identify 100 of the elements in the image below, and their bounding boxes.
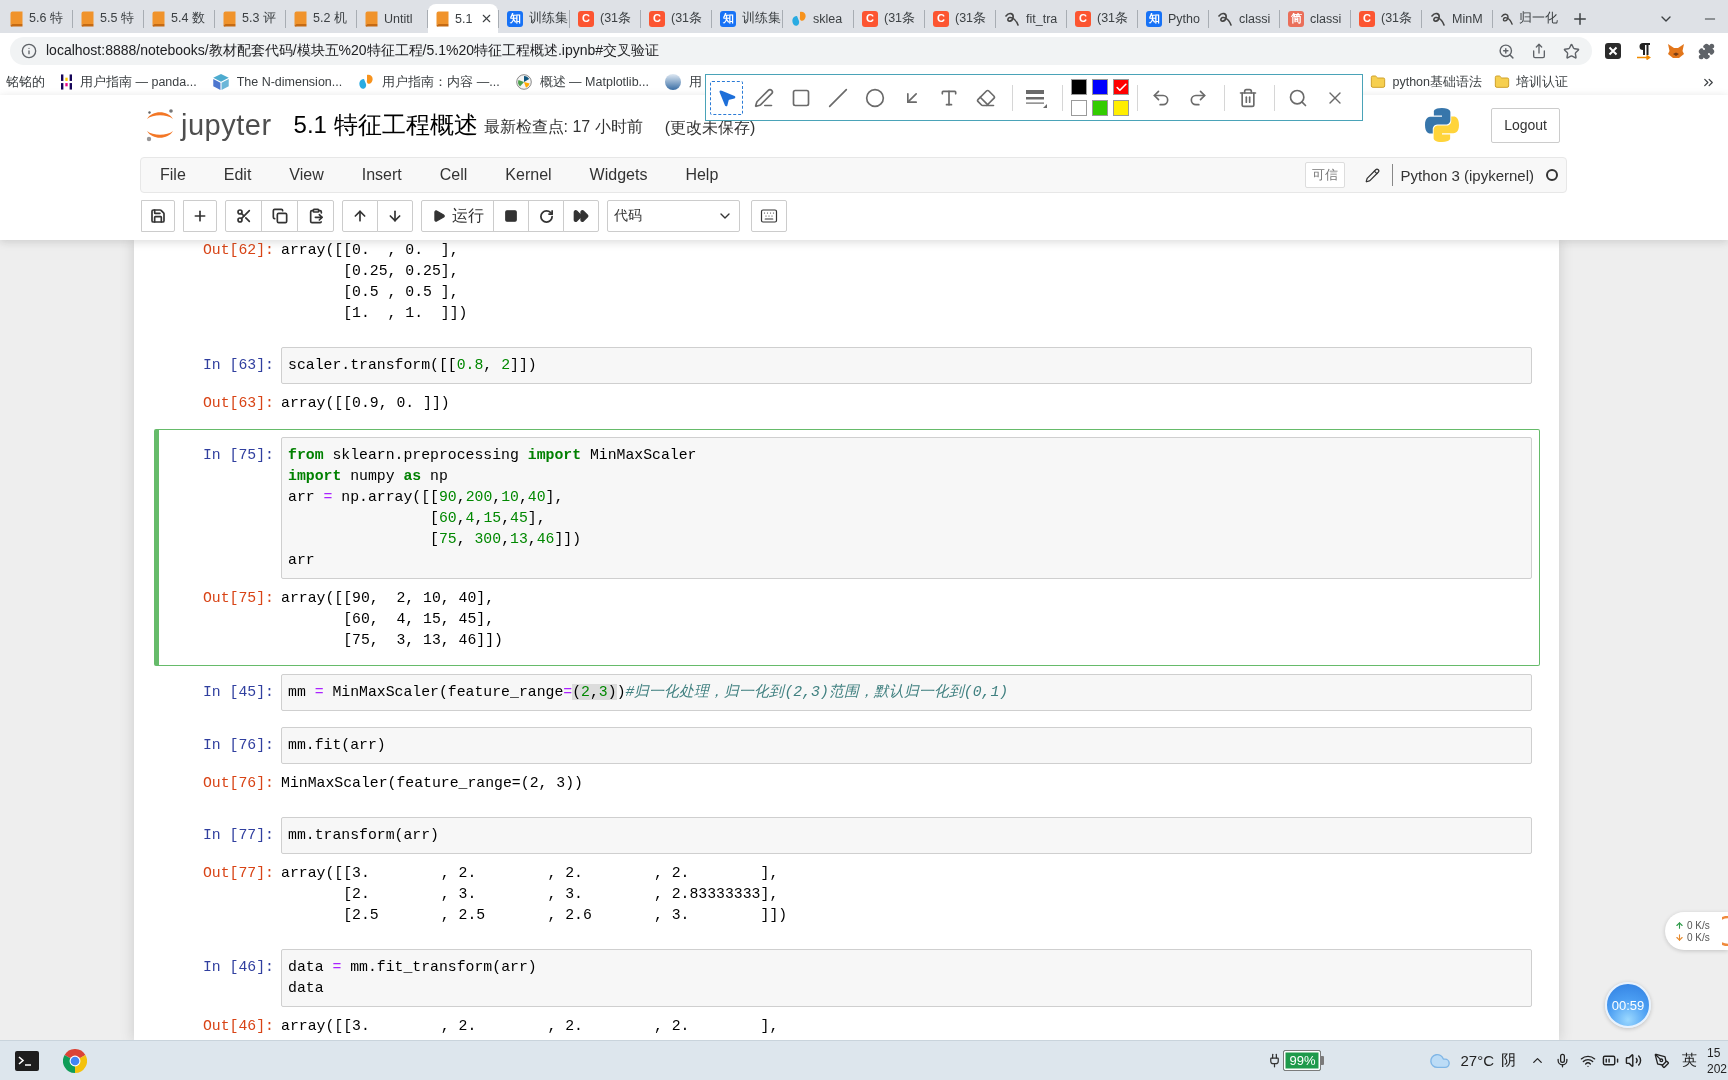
- restart-button[interactable]: [528, 200, 564, 232]
- browser-icon[interactable]: [63, 1048, 87, 1073]
- info-icon[interactable]: [21, 43, 37, 59]
- browser-tab[interactable]: 知 训练集: [499, 4, 569, 33]
- kernel-name[interactable]: Python 3 (ipykernel): [1400, 166, 1534, 184]
- code-input-field[interactable]: scaler.transform([[0.8, 2]]): [281, 347, 1532, 384]
- browser-tab[interactable]: 简 classi: [1280, 4, 1350, 33]
- share-icon[interactable]: [1531, 43, 1547, 59]
- browser-tab[interactable]: 5.1: [428, 4, 498, 33]
- bookmark-link[interactable]: 用户指南 — panda...: [61, 73, 197, 91]
- code-input-field[interactable]: mm.fit(arr): [281, 727, 1532, 764]
- browser-tab[interactable]: 知 Pytho: [1138, 4, 1208, 33]
- star-icon[interactable]: [1563, 42, 1580, 60]
- menu-item[interactable]: Insert: [342, 158, 421, 192]
- bookmark-link[interactable]: 概述 — Matplotlib...: [515, 73, 649, 91]
- volume-icon[interactable]: [1624, 1052, 1642, 1069]
- input-method-indicator[interactable]: 英: [1681, 1051, 1697, 1070]
- menu-item[interactable]: Widgets: [570, 158, 667, 192]
- pen-icon: [753, 87, 774, 108]
- weather-text[interactable]: 阴: [1500, 1051, 1516, 1070]
- pointer-tool[interactable]: [710, 80, 743, 115]
- cross-tile-icon[interactable]: [1605, 43, 1621, 59]
- code-input-field[interactable]: from sklearn.preprocessing import MinMaxScaler import numpy as np arr = np.array([[90,200,10,40], [60,4,15,45], [75, 300,13,46]]) arr: [281, 437, 1532, 579]
- address-bar[interactable]: localhost:8888/notebooks/教材配套代码/模块五%20特征工程/5.1%20特征工程概述.ipynb#交叉验证: [10, 37, 1592, 65]
- browser-tab[interactable]: 5.3 评: [215, 4, 285, 33]
- browser-tab[interactable]: C (31条: [1067, 4, 1137, 33]
- check-icon: [1114, 80, 1128, 94]
- run-all-button[interactable]: [563, 200, 599, 232]
- output-prompt: Out[62]:: [201, 241, 274, 260]
- pencil-icon[interactable]: [1364, 167, 1380, 183]
- undo-icon[interactable]: [1150, 87, 1171, 108]
- clock-time[interactable]: 15: [1706, 1044, 1727, 1061]
- code-input-field[interactable]: mm = MinMaxScaler(feature_range=(2,3))#归一化处理，归一化到(2,3)范围，默认归一化到(0,1): [281, 674, 1532, 711]
- terminal-icon[interactable]: [15, 1050, 39, 1071]
- menu-item[interactable]: Help: [666, 158, 738, 192]
- output-text: array([[90, 2, 10, 40], [60, 4, 15, 45], [75, 3, 13, 46]]): [281, 589, 503, 650]
- color-swatch[interactable]: [1071, 100, 1087, 116]
- close-icon[interactable]: [480, 12, 493, 25]
- bookmark-link[interactable]: The N-dimension...: [212, 74, 343, 90]
- browser-tab[interactable]: 5.2 机: [286, 4, 356, 33]
- browser-tab[interactable]: sklea: [783, 4, 853, 33]
- bookmark-link[interactable]: 用户指南：内容 —...: [358, 73, 500, 91]
- search-icon[interactable]: [1287, 87, 1308, 108]
- bookmark-link[interactable]: 用: [665, 73, 702, 91]
- copy-button[interactable]: [261, 200, 298, 232]
- menu-item[interactable]: Kernel: [486, 158, 571, 192]
- menu-item[interactable]: Edit: [204, 158, 271, 192]
- menu-item[interactable]: File: [141, 158, 205, 192]
- browser-tab[interactable]: fit_tra: [996, 4, 1066, 33]
- shortcuts-button[interactable]: [751, 200, 787, 232]
- zoom-icon[interactable]: [1498, 42, 1515, 60]
- clock-date[interactable]: 202: [1706, 1060, 1727, 1077]
- pilcrow-icon[interactable]: [1636, 42, 1652, 60]
- microphone-icon[interactable]: [1554, 1053, 1570, 1068]
- bookmark-folder[interactable]: 培训认证: [1494, 73, 1568, 91]
- code-input-field[interactable]: mm.transform(arr): [281, 817, 1532, 854]
- browser-tab[interactable]: C (31条: [570, 4, 640, 33]
- color-swatch[interactable]: [1092, 79, 1108, 95]
- browser-tab[interactable]: classi: [1209, 4, 1279, 33]
- browser-tab[interactable]: 5.4 数: [144, 4, 214, 33]
- upload-arrow-icon: [1675, 920, 1684, 930]
- browser-tab[interactable]: Untitl: [357, 4, 427, 33]
- browser-tab[interactable]: 归一化: [1493, 4, 1563, 33]
- trusted-badge[interactable]: 可信: [1304, 162, 1345, 188]
- notebook-title[interactable]: 5.1 特征工程概述: [293, 109, 478, 141]
- browser-tab[interactable]: C (31条: [854, 4, 924, 33]
- puzzle-icon[interactable]: [1698, 42, 1715, 60]
- cut-button[interactable]: [225, 200, 262, 232]
- save-button[interactable]: [141, 200, 175, 232]
- menu-item[interactable]: Cell: [420, 158, 487, 192]
- browser-tab[interactable]: C (31条: [641, 4, 711, 33]
- browser-tab[interactable]: 5.6 特: [2, 4, 72, 33]
- stop-button[interactable]: [493, 200, 529, 232]
- browser-tab[interactable]: C (31条: [925, 4, 995, 33]
- bookmark-link[interactable]: 铭铭的: [6, 73, 45, 91]
- pen-icon[interactable]: [1653, 1052, 1670, 1069]
- temperature-text[interactable]: 27°C: [1460, 1052, 1494, 1069]
- fox-head-icon[interactable]: [1667, 43, 1685, 59]
- bookmark-folder[interactable]: python基础语法: [1370, 73, 1482, 91]
- browser-tab[interactable]: C (31条: [1351, 4, 1421, 33]
- logout-button[interactable]: Logout: [1491, 107, 1560, 143]
- code-line: data: [288, 979, 324, 998]
- trash-icon[interactable]: [1237, 87, 1258, 108]
- cell-type-select[interactable]: 代码: [607, 200, 740, 232]
- color-swatch[interactable]: [1113, 79, 1129, 95]
- color-swatch[interactable]: [1092, 100, 1108, 116]
- move-up-button[interactable]: [342, 200, 378, 232]
- paste-button[interactable]: [297, 200, 334, 232]
- plus-icon: [192, 208, 208, 224]
- move-down-button[interactable]: [377, 200, 413, 232]
- color-swatch[interactable]: [1113, 100, 1129, 116]
- browser-tab[interactable]: 5.5 特: [73, 4, 143, 33]
- color-swatch[interactable]: [1071, 79, 1087, 95]
- output-prompt: Out[76]:: [201, 774, 274, 793]
- code-input-field[interactable]: data = mm.fit_transform(arr) data: [281, 949, 1532, 1007]
- add-cell-button[interactable]: [183, 200, 217, 232]
- browser-tab[interactable]: 知 训练集: [712, 4, 782, 33]
- browser-tab[interactable]: MinM: [1422, 4, 1492, 33]
- run-button[interactable]: 运行: [421, 200, 494, 232]
- menu-item[interactable]: View: [270, 158, 343, 192]
